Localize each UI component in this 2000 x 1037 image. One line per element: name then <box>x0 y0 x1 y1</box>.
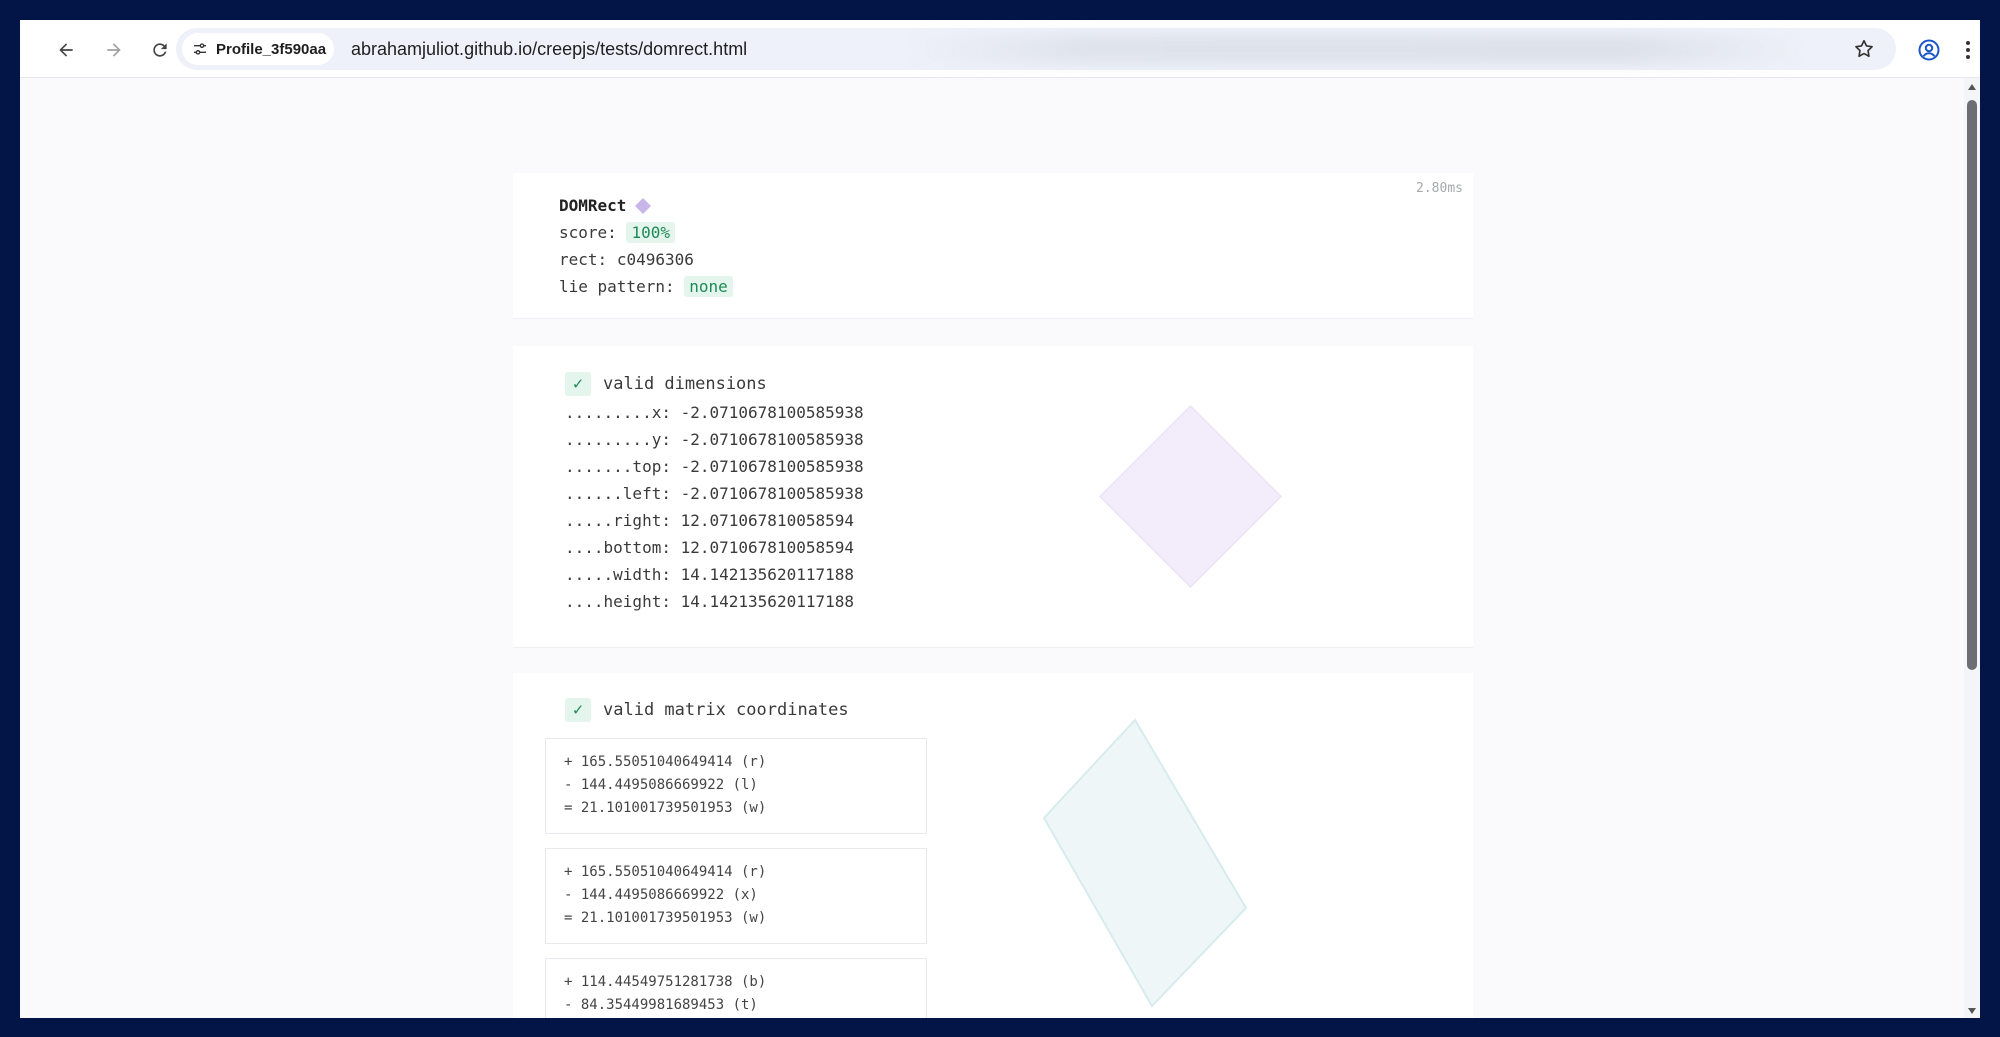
matrix-box: + 114.44549751281738 (b) - 84.35449981689… <box>545 958 927 1018</box>
dimension-row: .........x: -2.0710678100585938 <box>565 399 1473 426</box>
profile-button[interactable] <box>1913 34 1945 66</box>
dimensions-heading: ✓ valid dimensions <box>565 372 1473 396</box>
scroll-down-icon[interactable] <box>1968 1008 1976 1014</box>
dimension-value: 14.142135620117188 <box>680 592 854 611</box>
score-row: score: 100% <box>559 219 1473 246</box>
dimension-row: .....right: 12.071067810058594 <box>565 507 1473 534</box>
matrix-box: + 165.55051040649414 (r) - 144.4495086669… <box>545 738 927 834</box>
star-icon <box>1855 39 1873 58</box>
matrix-card: ✓ valid matrix coordinates + 165.5505104… <box>513 673 1473 1018</box>
rotated-square-shape <box>1098 404 1283 589</box>
dimension-row: ....height: 14.142135620117188 <box>565 588 1473 615</box>
page-content: 2.80ms DOMRect score: 100% rect: c049630… <box>20 78 1964 1018</box>
dimension-row: .......top: -2.0710678100585938 <box>565 453 1473 480</box>
dimension-value: -2.0710678100585938 <box>680 403 864 422</box>
title-text: DOMRect <box>559 196 627 215</box>
matrix-line: + 165.55051040649414 (r) <box>564 754 767 770</box>
reload-button[interactable] <box>144 34 176 66</box>
lie-label: lie pattern: <box>559 277 675 296</box>
page-scrollbar[interactable] <box>1964 78 1980 1018</box>
matrix-heading: ✓ valid matrix coordinates <box>565 698 1473 722</box>
site-info-chip[interactable]: Profile_3f590aa <box>182 33 334 65</box>
menu-button[interactable] <box>1960 34 1976 66</box>
browser-toolbar: Profile_3f590aa abrahamjuliot.github.io/… <box>20 20 1980 78</box>
dimension-label: .....width: <box>565 565 671 584</box>
dimension-label: ....height: <box>565 592 671 611</box>
dimensions-card: ✓ valid dimensions .........x: -2.071067… <box>513 346 1473 648</box>
rect-value: c0496306 <box>616 250 694 269</box>
rect-row: rect: c0496306 <box>559 246 1473 273</box>
browser-window: Profile_3f590aa abrahamjuliot.github.io/… <box>20 20 1980 1018</box>
matrix-line: - 144.4495086669922 (x) <box>564 887 758 903</box>
profile-label: Profile_3f590aa <box>216 40 327 58</box>
matrix-line: = 30.09099769592285 (h) <box>564 1017 908 1018</box>
reload-icon <box>153 43 167 57</box>
dimension-label: .........x: <box>565 403 671 422</box>
matrix-line: - 84.35449981689453 (t) <box>564 997 758 1013</box>
matrix-line: - 144.4495086669922 (l) <box>564 777 758 793</box>
redacted-region <box>906 34 1806 64</box>
dimension-row: .....width: 14.142135620117188 <box>565 561 1473 588</box>
dimensions-list: .........x: -2.0710678100585938.........… <box>565 399 1473 615</box>
rect-label: rect: <box>559 250 608 269</box>
dimension-value: 14.142135620117188 <box>680 565 854 584</box>
more-vert-icon <box>1966 41 1970 59</box>
dimensions-heading-text: valid dimensions <box>603 374 767 394</box>
arrow-left-icon <box>59 43 73 57</box>
tune-icon <box>194 43 206 55</box>
score-label: score: <box>559 223 617 242</box>
scroll-thumb[interactable] <box>1967 100 1977 670</box>
matrix-line: + 165.55051040649414 (r) <box>564 864 767 880</box>
back-button[interactable] <box>50 34 82 66</box>
dimension-value: -2.0710678100585938 <box>680 430 864 449</box>
check-icon: ✓ <box>565 698 591 722</box>
lie-row: lie pattern: none <box>559 273 1473 300</box>
timing-label: 2.80ms <box>1416 181 1463 196</box>
matrix-line: = 21.101001739501953 (w) <box>564 800 767 816</box>
transformed-rect-shape <box>1042 718 1248 1008</box>
dimension-label: ....bottom: <box>565 538 671 557</box>
dimension-label: .........y: <box>565 430 671 449</box>
matrix-line: = 21.101001739501953 (w) <box>564 910 767 926</box>
dimension-row: ......left: -2.0710678100585938 <box>565 480 1473 507</box>
dimension-value: -2.0710678100585938 <box>680 457 864 476</box>
summary-card: 2.80ms DOMRect score: 100% rect: c049630… <box>513 173 1473 319</box>
arrow-right-icon <box>107 43 121 57</box>
bookmark-button[interactable] <box>1848 33 1880 65</box>
url-text[interactable]: abrahamjuliot.github.io/creepjs/tests/do… <box>351 39 747 60</box>
dimension-row: .........y: -2.0710678100585938 <box>565 426 1473 453</box>
scroll-up-icon[interactable] <box>1968 84 1976 90</box>
lie-badge: none <box>684 276 733 297</box>
account-circle-icon <box>1918 39 1940 61</box>
dimension-value: 12.071067810058594 <box>680 538 854 557</box>
matrix-line: + 114.44549751281738 (b) <box>564 974 767 990</box>
score-badge: 100% <box>626 222 675 243</box>
diamond-icon <box>635 198 652 214</box>
dimension-label: ......left: <box>565 484 671 503</box>
check-icon: ✓ <box>565 372 591 396</box>
address-bar[interactable]: Profile_3f590aa abrahamjuliot.github.io/… <box>176 28 1896 70</box>
matrix-heading-text: valid matrix coordinates <box>603 700 849 720</box>
forward-button[interactable] <box>98 34 130 66</box>
dimension-row: ....bottom: 12.071067810058594 <box>565 534 1473 561</box>
matrix-box: + 165.55051040649414 (r) - 144.4495086669… <box>545 848 927 944</box>
dimension-value: -2.0710678100585938 <box>680 484 864 503</box>
dimension-label: .......top: <box>565 457 671 476</box>
dimension-value: 12.071067810058594 <box>680 511 854 530</box>
card-title: DOMRect <box>559 193 1473 219</box>
dimension-label: .....right: <box>565 511 671 530</box>
